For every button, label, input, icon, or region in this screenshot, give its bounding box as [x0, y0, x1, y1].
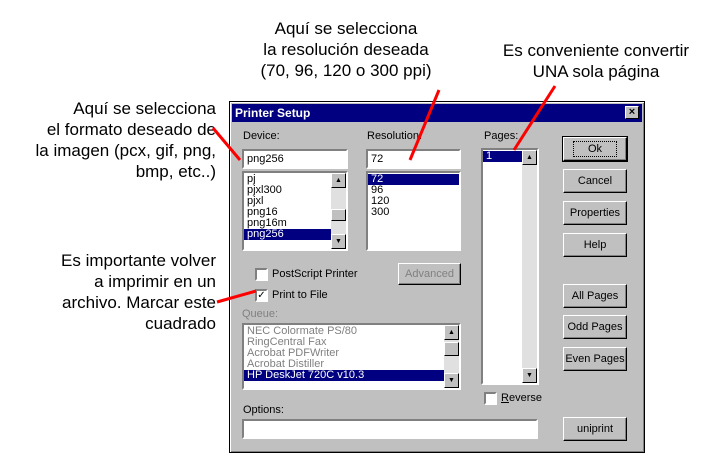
scroll-up-icon[interactable]: ▲: [522, 150, 537, 165]
print-to-file-label: Print to File: [272, 289, 328, 301]
resolution-list[interactable]: 72 96 120 300: [366, 171, 461, 251]
annotation-line: Es importante volver: [61, 251, 216, 270]
annotation-resolution: Aquí se selecciona la resolución deseada…: [236, 18, 456, 81]
pages-label: Pages:: [484, 130, 519, 142]
annotation-line: Aquí se selecciona: [73, 99, 216, 118]
device-label: Device:: [243, 130, 280, 142]
scroll-down-icon[interactable]: ▼: [522, 368, 537, 383]
postscript-label: PostScript Printer: [272, 268, 358, 280]
close-icon[interactable]: ×: [625, 106, 639, 119]
ok-label: Ok: [572, 141, 618, 157]
pages-list-item[interactable]: 1: [483, 151, 522, 162]
device-list[interactable]: pj pjxl300 pjxl png16 png16m png256 ▲ ▼: [242, 171, 348, 251]
odd-pages-button[interactable]: Odd Pages: [563, 315, 627, 339]
annotation-print-to-file: Es importante volver a imprimir en un ar…: [20, 250, 216, 334]
advanced-button[interactable]: Advanced: [398, 263, 461, 285]
scroll-up-icon[interactable]: ▲: [331, 173, 346, 188]
uniprint-button[interactable]: uniprint: [563, 417, 627, 441]
all-pages-button[interactable]: All Pages: [563, 284, 627, 308]
annotation-line: bmp, etc..): [135, 162, 216, 181]
annotation-line: Aquí se selecciona: [274, 19, 418, 38]
queue-list-item[interactable]: HP DeskJet 720C v10.3: [244, 370, 444, 381]
scroll-thumb[interactable]: [331, 209, 346, 221]
dialog-title: Printer Setup: [235, 106, 311, 120]
printer-setup-dialog: Printer Setup × Device: png256 pj pjxl300…: [229, 101, 645, 453]
scroll-up-icon[interactable]: ▲: [444, 325, 459, 340]
options-input[interactable]: [242, 419, 538, 439]
annotation-line: archivo. Marcar este: [62, 293, 216, 312]
scroll-down-icon[interactable]: ▼: [331, 234, 346, 249]
pages-list[interactable]: 1 ▲ ▼: [481, 148, 539, 385]
annotation-line: cuadrado: [145, 314, 216, 333]
print-to-file-checkbox[interactable]: ✓: [255, 289, 268, 302]
title-bar: Printer Setup ×: [232, 104, 642, 122]
properties-button[interactable]: Properties: [563, 201, 627, 225]
queue-list[interactable]: NEC Colormate PS/80 RingCentral Fax Acroba…: [242, 323, 461, 390]
annotation-line: el formato deseado de: [46, 120, 216, 139]
annotation-line: la imagen (pcx, gif, png,: [35, 141, 216, 160]
device-list-item[interactable]: png256: [244, 229, 331, 240]
even-pages-button[interactable]: Even Pages: [563, 347, 627, 371]
annotation-format: Aquí se selecciona el formato deseado de…: [20, 98, 216, 182]
device-scrollbar[interactable]: ▲ ▼: [331, 173, 346, 249]
annotation-line: Es conveniente convertir: [502, 41, 690, 60]
annotation-line: (70, 96, 120 o 300 ppi): [260, 61, 432, 80]
resolution-label: Resolution:: [367, 130, 423, 142]
queue-label: Queue:: [242, 308, 279, 320]
device-input[interactable]: png256: [242, 149, 348, 169]
annotation-line: la resolución deseada: [263, 40, 429, 59]
scroll-down-icon[interactable]: ▼: [444, 373, 459, 388]
annotation-line: UNA sola página: [532, 62, 660, 81]
reverse-label: Reverse: [501, 392, 542, 404]
reverse-checkbox[interactable]: [484, 392, 497, 405]
annotation-line: a imprimir en un: [94, 272, 216, 291]
scroll-thumb[interactable]: [444, 342, 459, 356]
annotation-pages: Es conveniente convertir UNA sola página: [486, 40, 706, 82]
help-button[interactable]: Help: [563, 233, 627, 257]
resolution-input[interactable]: 72: [366, 149, 461, 169]
options-label: Options:: [243, 404, 284, 416]
pages-scrollbar[interactable]: ▲ ▼: [522, 150, 537, 383]
ok-button[interactable]: Ok: [562, 136, 628, 162]
cancel-button[interactable]: Cancel: [563, 169, 627, 193]
postscript-checkbox[interactable]: [255, 268, 268, 281]
queue-scrollbar[interactable]: ▲ ▼: [444, 325, 459, 388]
resolution-list-item[interactable]: 300: [368, 207, 459, 218]
